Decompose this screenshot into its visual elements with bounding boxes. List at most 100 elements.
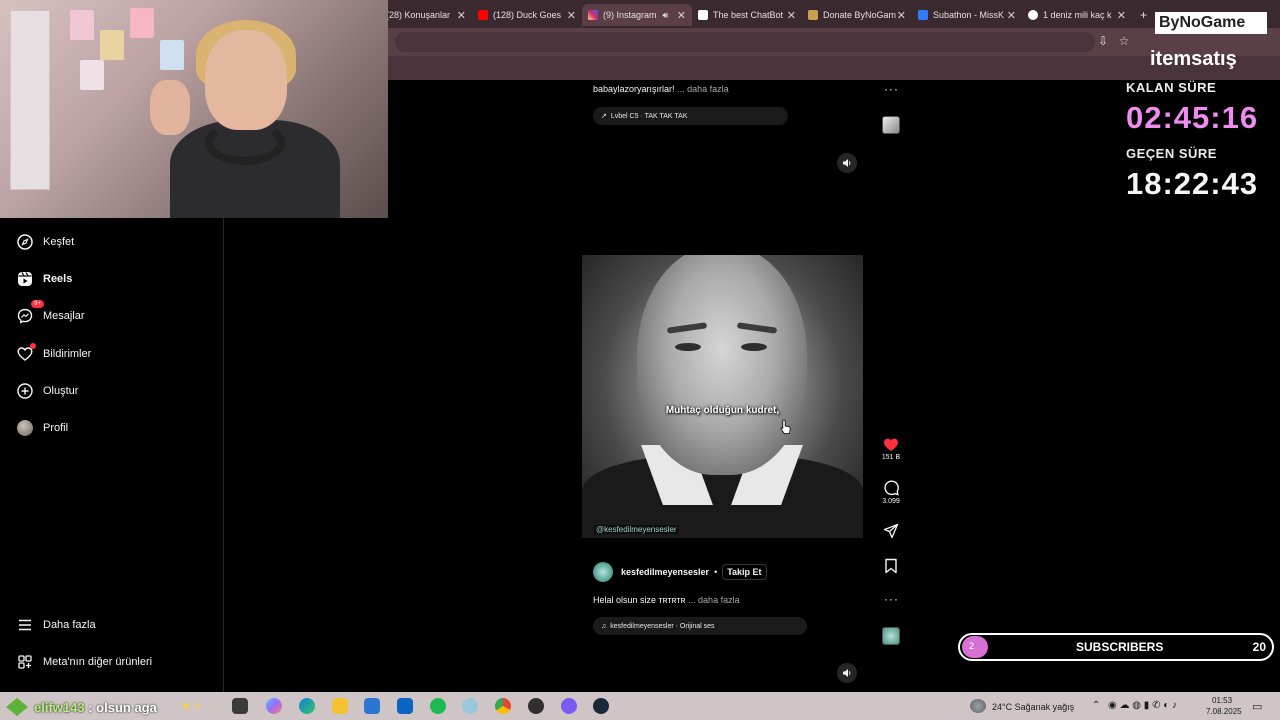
video-caption: Muhtaç olduğun kudret, bbox=[665, 405, 780, 416]
comment-button[interactable]: 3.099 bbox=[878, 480, 904, 505]
wall-poster bbox=[80, 60, 104, 90]
wall-poster bbox=[70, 10, 94, 40]
sidebar-item-meta-products[interactable]: Meta'nın diğer ürünleri bbox=[16, 653, 152, 671]
streamer-hand bbox=[150, 80, 190, 135]
browser-tab-1[interactable]: (28) Konuşanlar ✕ bbox=[380, 4, 472, 26]
subscriber-goal: 20 bbox=[1252, 640, 1266, 654]
streamer-face bbox=[205, 30, 287, 130]
logo-text: ByNoGame bbox=[1159, 14, 1246, 31]
description-text: babaylazoryarışırlar! bbox=[593, 84, 675, 94]
sidebar-item-more[interactable]: Daha fazla bbox=[16, 616, 96, 634]
avatar bbox=[17, 420, 33, 436]
sidebar-item-create[interactable]: Oluştur bbox=[16, 382, 78, 400]
wall-poster bbox=[160, 40, 184, 70]
sidebar-item-label: Bildirimler bbox=[43, 348, 92, 360]
sidebar-item-reels[interactable]: Reels bbox=[16, 270, 72, 288]
speaker-icon[interactable]: 🔊︎ bbox=[663, 10, 669, 21]
eyebrow bbox=[736, 322, 778, 334]
remaining-label: KALAN SÜRE bbox=[1126, 80, 1217, 95]
close-icon[interactable]: ✕ bbox=[457, 9, 466, 22]
chatbot-icon bbox=[698, 10, 708, 20]
sidebar-item-explore[interactable]: Keşfet bbox=[16, 233, 74, 251]
prev-audio-link[interactable]: ↗ Lvbel C5 · TAK TAK TAK bbox=[593, 107, 788, 125]
audio-thumbnail[interactable] bbox=[882, 116, 900, 134]
more-options-icon[interactable]: ··· bbox=[884, 592, 899, 606]
obs-icon[interactable] bbox=[528, 698, 544, 714]
close-icon[interactable]: ✕ bbox=[677, 9, 686, 22]
prev-post-description: babaylazoryarışırlar! ... daha fazla bbox=[593, 84, 729, 94]
sidebar-item-label: Meta'nın diğer ürünleri bbox=[43, 656, 153, 668]
menu-icon bbox=[16, 616, 34, 634]
chrome-icon[interactable] bbox=[495, 698, 511, 714]
address-bar[interactable] bbox=[395, 32, 1095, 52]
description-text: Helal olsun size ᴛʀᴛʀᴛʀ bbox=[593, 595, 686, 605]
close-icon[interactable]: ✕ bbox=[567, 9, 576, 22]
post-username[interactable]: kesfedilmeyensesler bbox=[621, 567, 709, 577]
audio-link[interactable]: ♫ kesfedilmeyensesler · Orijinal ses bbox=[593, 617, 807, 635]
clock-date[interactable]: 7.08.2025 bbox=[1206, 707, 1242, 716]
browser-tab-4[interactable]: The best ChatBot ✕ bbox=[692, 4, 802, 26]
close-icon[interactable]: ✕ bbox=[897, 9, 906, 22]
more-options-icon[interactable]: ··· bbox=[884, 82, 899, 96]
store-icon[interactable] bbox=[364, 698, 380, 714]
weather-text[interactable]: 24°C Sağanak yağış bbox=[992, 702, 1074, 712]
browser-tab-6[interactable]: Subathon - MissK ✕ bbox=[912, 4, 1022, 26]
google-icon bbox=[1028, 10, 1038, 20]
avatar[interactable] bbox=[593, 562, 613, 582]
sidebar-item-label: Daha fazla bbox=[43, 619, 96, 631]
sparkle-icon: ✦✧ bbox=[180, 698, 204, 714]
task-view-icon[interactable] bbox=[232, 698, 248, 714]
comment-count: 3.099 bbox=[882, 498, 900, 505]
sidebar-item-profile[interactable]: Profil bbox=[16, 419, 68, 437]
copilot-icon[interactable] bbox=[266, 698, 282, 714]
browser-tab-3-active[interactable]: (9) Instagram 🔊︎ ✕ bbox=[582, 4, 692, 26]
chat-message: olsun aga bbox=[96, 700, 157, 715]
file-explorer-icon[interactable] bbox=[332, 698, 348, 714]
close-icon[interactable]: ✕ bbox=[1117, 9, 1126, 22]
tray-chevron-icon[interactable]: ⌃ bbox=[1092, 700, 1100, 711]
eye bbox=[741, 343, 767, 351]
mute-button[interactable] bbox=[837, 153, 857, 173]
close-icon[interactable]: ✕ bbox=[787, 9, 796, 22]
elapsed-timer: 18:22:43 bbox=[1126, 166, 1259, 201]
audio-thumbnail[interactable] bbox=[882, 627, 900, 645]
share-button[interactable] bbox=[878, 523, 904, 541]
bookmark-star-icon[interactable]: ☆ bbox=[1117, 34, 1131, 48]
install-icon[interactable]: ⇩ bbox=[1096, 34, 1110, 48]
more-link[interactable]: ... daha fazla bbox=[677, 84, 729, 94]
wall-poster bbox=[100, 30, 124, 60]
notification-dot bbox=[30, 343, 36, 349]
more-link[interactable]: ... daha fazla bbox=[688, 595, 740, 605]
close-icon[interactable]: ✕ bbox=[1007, 9, 1016, 22]
edge-icon[interactable] bbox=[299, 698, 315, 714]
audio-label: kesfedilmeyensesler · Orijinal ses bbox=[610, 622, 715, 630]
mute-button[interactable] bbox=[837, 663, 857, 683]
eyebrow bbox=[666, 322, 708, 334]
tab-label: Subathon - MissK bbox=[933, 10, 1005, 20]
follow-button[interactable]: Takip Et bbox=[722, 564, 767, 580]
hand-cursor-icon bbox=[780, 419, 791, 434]
settings-icon[interactable] bbox=[462, 698, 478, 714]
subathon-icon bbox=[918, 10, 928, 20]
sidebar-item-messages[interactable]: 9+ Mesajlar bbox=[16, 300, 85, 325]
new-tab-button[interactable]: + bbox=[1134, 4, 1150, 26]
tab-label: 1 deniz mili kaç k bbox=[1043, 10, 1112, 20]
outlook-icon[interactable] bbox=[397, 698, 413, 714]
sidebar-item-notifications[interactable]: Bildirimler bbox=[16, 343, 92, 363]
browser-tab-5[interactable]: Donate ByNoGam ✕ bbox=[802, 4, 912, 26]
chat-message-overlay: elifw143 : olsun aga ✦✧ bbox=[0, 694, 232, 720]
app-icon[interactable] bbox=[561, 698, 577, 714]
browser-tab-2[interactable]: (128) Duck Goes ✕ bbox=[472, 4, 582, 26]
notification-icon[interactable]: ▭ bbox=[1252, 700, 1262, 713]
browser-tab-7[interactable]: 1 deniz mili kaç k ✕ bbox=[1022, 4, 1132, 26]
save-button[interactable] bbox=[878, 558, 904, 576]
like-button[interactable]: 151 B bbox=[878, 437, 904, 461]
tray-icons[interactable]: ◉ ☁ ◍ ▮ ✆ ◐ ♪ bbox=[1108, 700, 1177, 711]
spotify-icon[interactable] bbox=[430, 698, 446, 714]
steam-icon[interactable] bbox=[593, 698, 609, 714]
sidebar-item-label: Oluştur bbox=[43, 385, 79, 397]
tab-label: Donate ByNoGam bbox=[823, 10, 897, 20]
chat-icon bbox=[6, 698, 28, 716]
reel-video[interactable]: Muhtaç olduğun kudret, @kesfedilmeyenses… bbox=[582, 255, 863, 538]
clock-time[interactable]: 01:53 bbox=[1212, 696, 1232, 705]
